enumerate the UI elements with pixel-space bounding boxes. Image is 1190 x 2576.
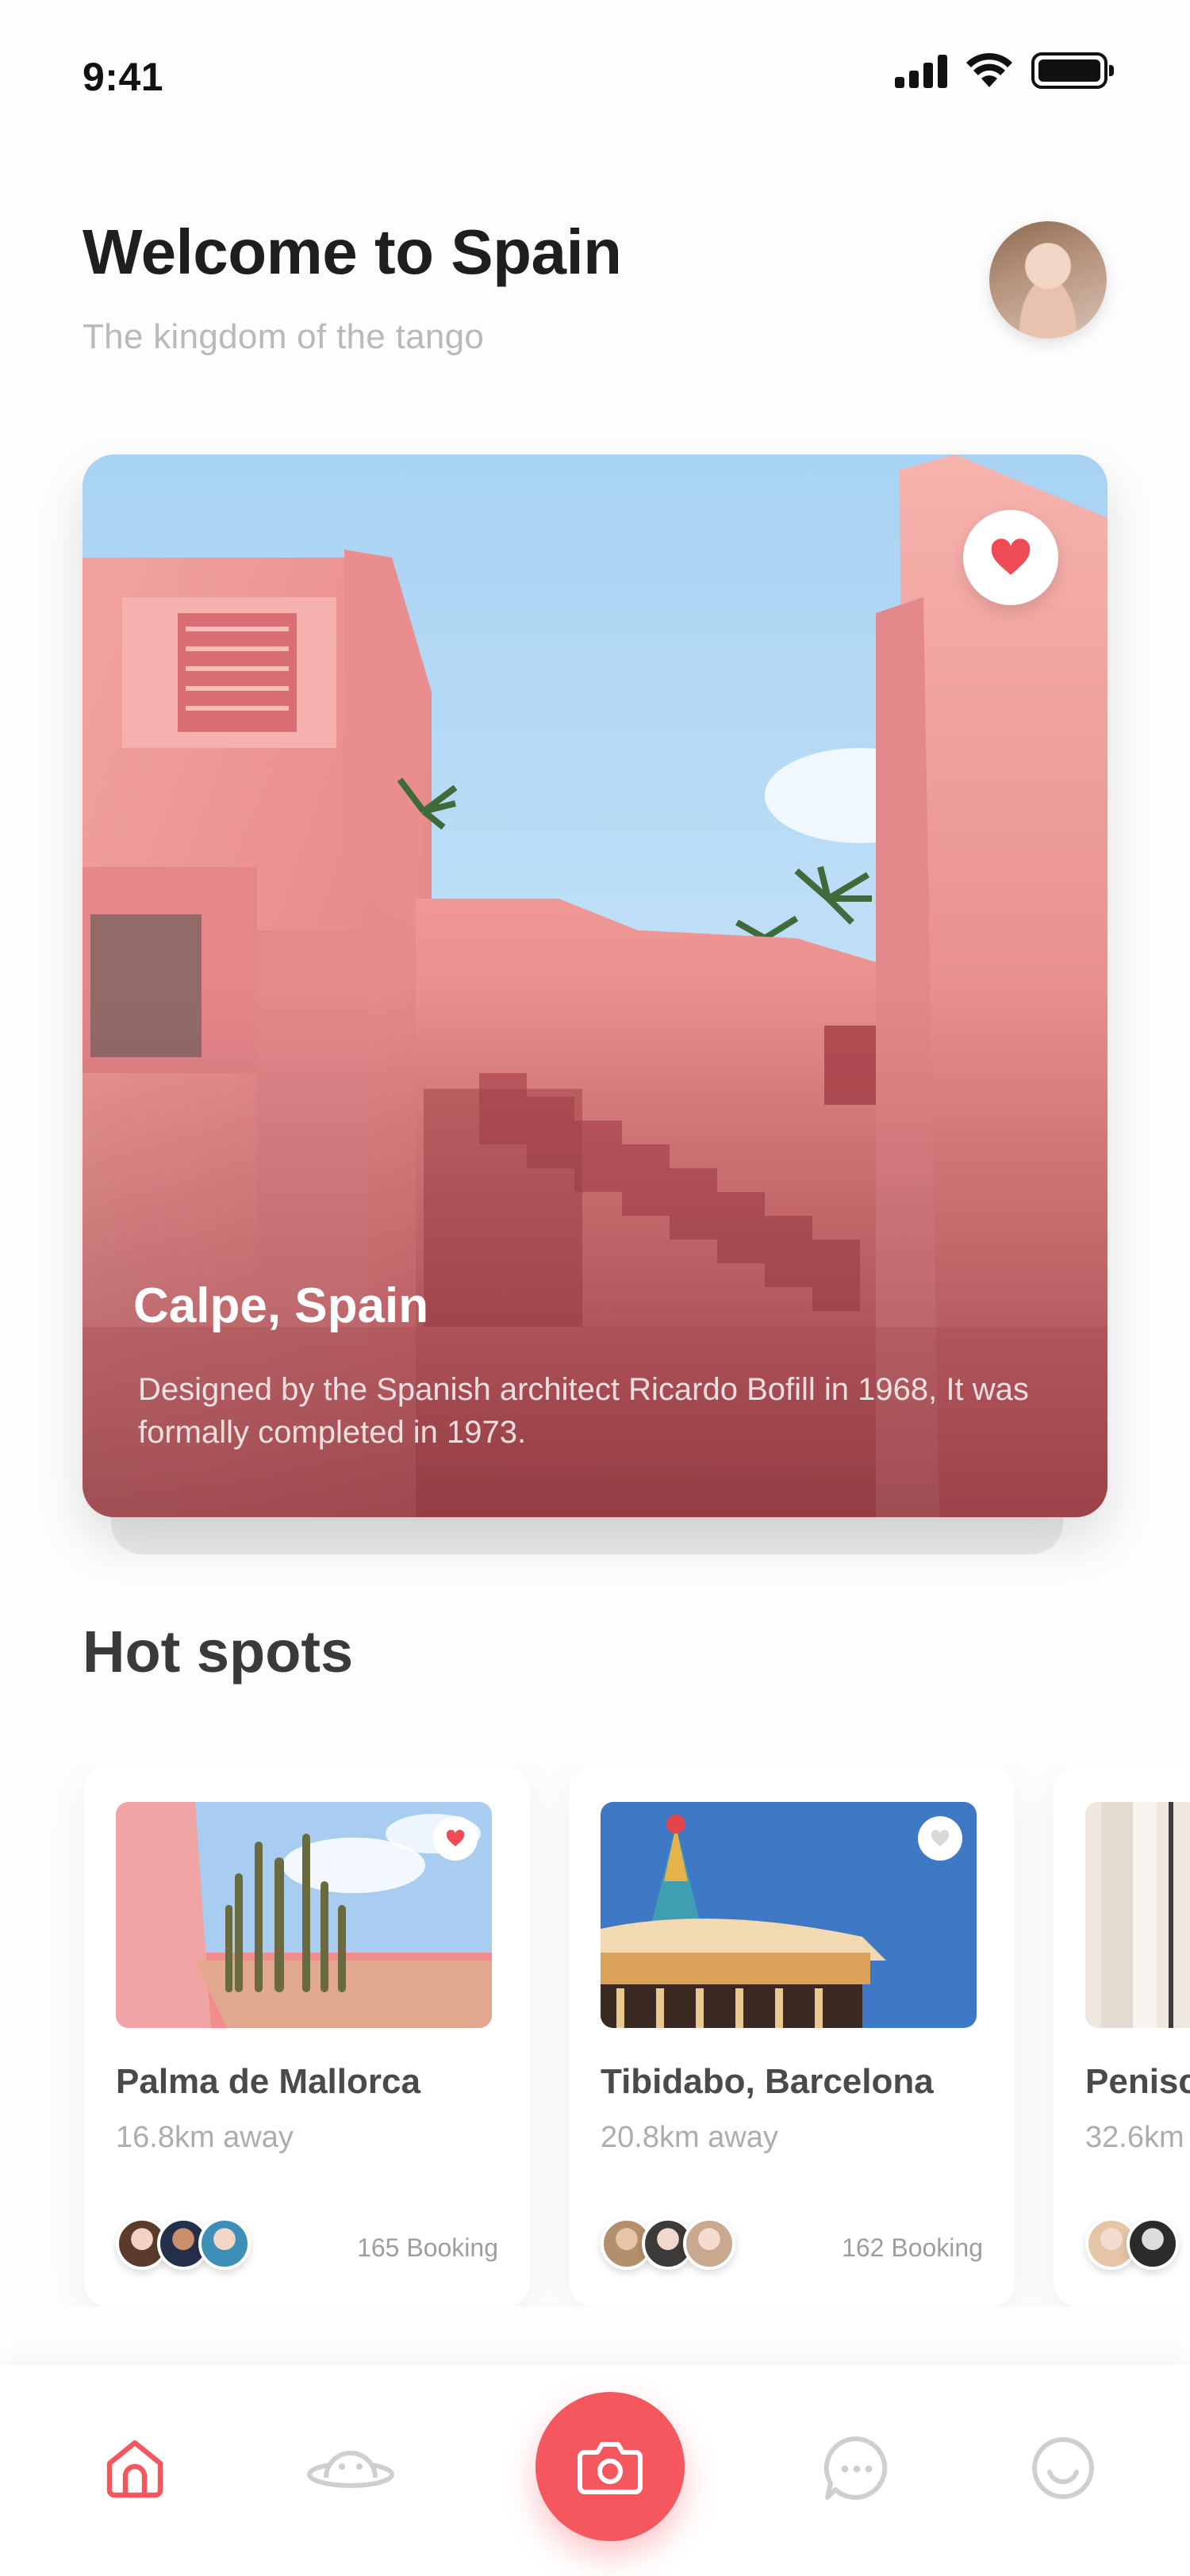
profile-icon [1032,2437,1094,2499]
hot-spot-name: Penisc [1085,2062,1190,2101]
booking-count: 162 Booking [842,2233,983,2262]
avatar [1127,2218,1179,2270]
hot-spot-distance: 32.6km [1085,2121,1184,2154]
hot-spot-distance: 16.8km away [116,2121,294,2154]
hot-spot-photo [116,1802,492,2028]
avatar [198,2218,251,2270]
hot-spot-name: Palma de Mallorca [116,2062,420,2101]
chat-icon [823,2436,888,2500]
page-title: Welcome to Spain [83,217,622,287]
heart-icon [446,1830,465,1846]
visitor-avatars [116,2218,251,2270]
favorite-button[interactable] [963,510,1058,605]
spot-favorite-button[interactable] [433,1816,478,1861]
nav-messages[interactable] [809,2421,904,2516]
battery-icon [1031,52,1114,89]
user-avatar[interactable] [989,221,1107,339]
featured-description: Designed by the Spanish architect Ricard… [138,1372,1029,1450]
booking-count: 165 Booking [357,2233,498,2262]
visitor-avatars [1085,2218,1179,2270]
hot-spot-distance: 20.8km away [601,2121,778,2154]
wifi-icon [966,52,1012,87]
cellular-signal-icon [895,53,947,88]
featured-gradient-overlay [83,454,1107,1517]
hot-spot-photo [1085,1802,1190,2028]
hot-spot-card[interactable]: Palma de Mallorca 16.8km away 165 Bookin… [84,1767,530,2306]
featured-destination-card[interactable]: Calpe, Spain Designed by the Spanish arc… [83,454,1107,1517]
building-photo [1085,1802,1190,2028]
heart-icon [991,539,1031,575]
visitor-avatars [601,2218,735,2270]
section-title-hot-spots: Hot spots [83,1619,354,1685]
featured-title: Calpe, Spain [133,1278,429,1333]
status-bar: 9:41 [0,0,1190,151]
bottom-navigation [0,2365,1190,2576]
hot-spots-carousel[interactable]: Palma de Mallorca 16.8km away 165 Bookin… [0,1767,1190,2306]
planet-icon [307,2451,394,2488]
nav-profile[interactable] [1015,2421,1111,2516]
spot-favorite-button[interactable] [918,1816,962,1861]
status-icons [895,52,1114,89]
nav-home[interactable] [87,2421,182,2516]
camera-button[interactable] [536,2392,685,2541]
heart-icon [931,1830,950,1846]
hot-spot-card[interactable]: Penisc 32.6km [1054,1767,1190,2306]
avatar [683,2218,735,2270]
hot-spot-photo [601,1802,977,2028]
status-time: 9:41 [83,55,164,99]
home-icon [106,2440,163,2498]
page-subtitle: The kingdom of the tango [83,317,485,356]
hot-spot-card[interactable]: Tibidabo, Barcelona 20.8km away 162 Book… [569,1767,1015,2306]
camera-icon [578,2442,643,2494]
nav-explore[interactable] [303,2421,398,2516]
hot-spot-name: Tibidabo, Barcelona [601,2062,934,2101]
